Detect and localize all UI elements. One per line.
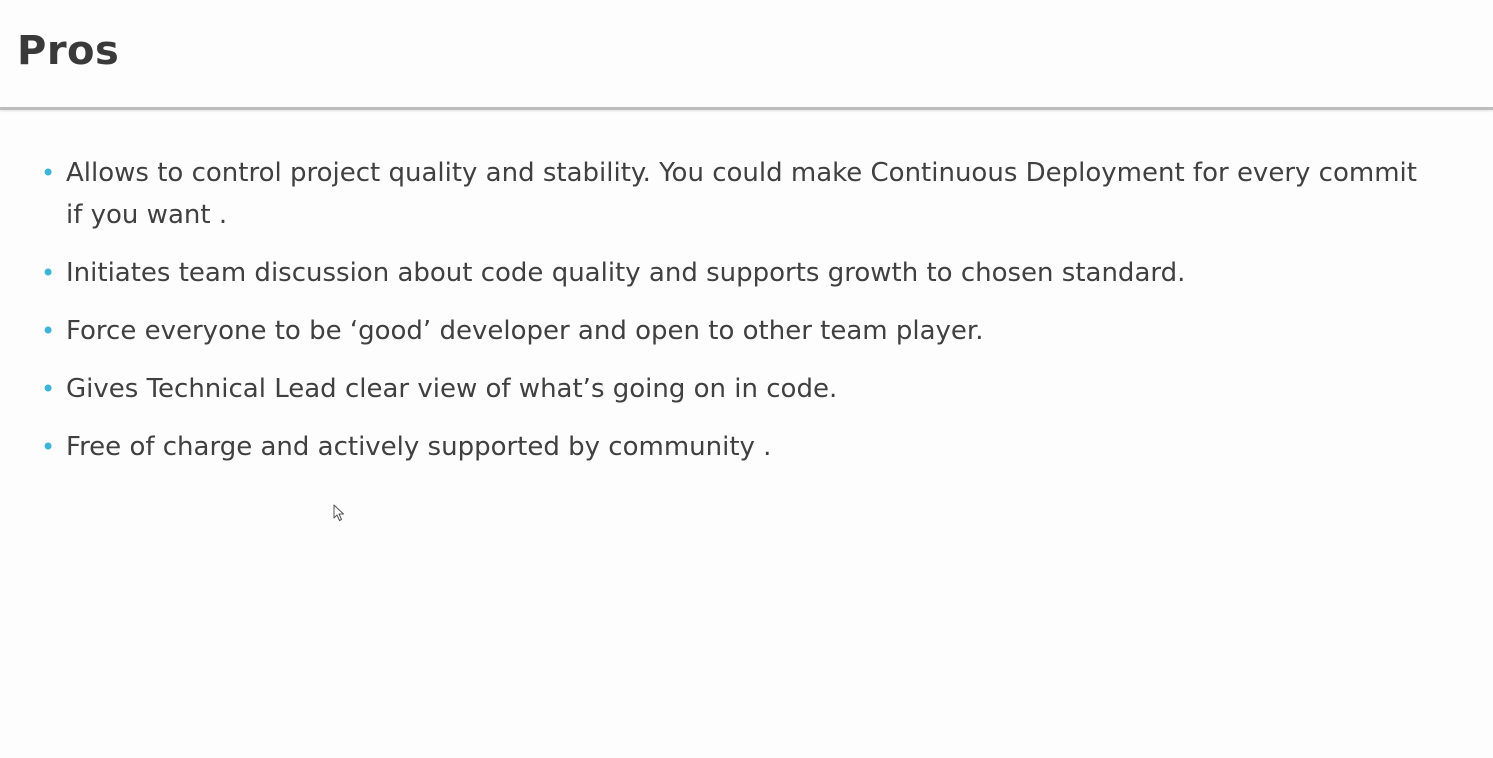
bullet-dot-icon: •	[41, 375, 56, 403]
bullet-dot-icon: •	[41, 159, 56, 187]
bullet-item: • Allows to control project quality and …	[0, 152, 1440, 236]
bullet-text: Force everyone to be ‘good’ developer an…	[66, 316, 984, 346]
bullet-text: Gives Technical Lead clear view of what’…	[66, 374, 838, 404]
mouse-pointer-icon	[333, 504, 344, 521]
slide-header: Pros	[0, 0, 1493, 108]
bullet-dot-icon: •	[41, 259, 56, 287]
bullet-item: • Free of charge and actively supported …	[0, 426, 1440, 468]
bullet-text: Allows to control project quality and st…	[66, 158, 1417, 230]
bullet-item: • Initiates team discussion about code q…	[0, 252, 1440, 294]
bullet-item: • Gives Technical Lead clear view of wha…	[0, 368, 1440, 410]
bullet-dot-icon: •	[41, 317, 56, 345]
bullet-dot-icon: •	[41, 433, 56, 461]
bullet-text: Initiates team discussion about code qua…	[66, 258, 1186, 288]
bullet-list: • Allows to control project quality and …	[0, 152, 1440, 484]
bullet-text: Free of charge and actively supported by…	[66, 432, 772, 462]
slide-title: Pros	[17, 28, 120, 74]
header-divider	[0, 107, 1493, 110]
presentation-slide: Pros • Allows to control project quality…	[0, 0, 1493, 758]
bullet-item: • Force everyone to be ‘good’ developer …	[0, 310, 1440, 352]
